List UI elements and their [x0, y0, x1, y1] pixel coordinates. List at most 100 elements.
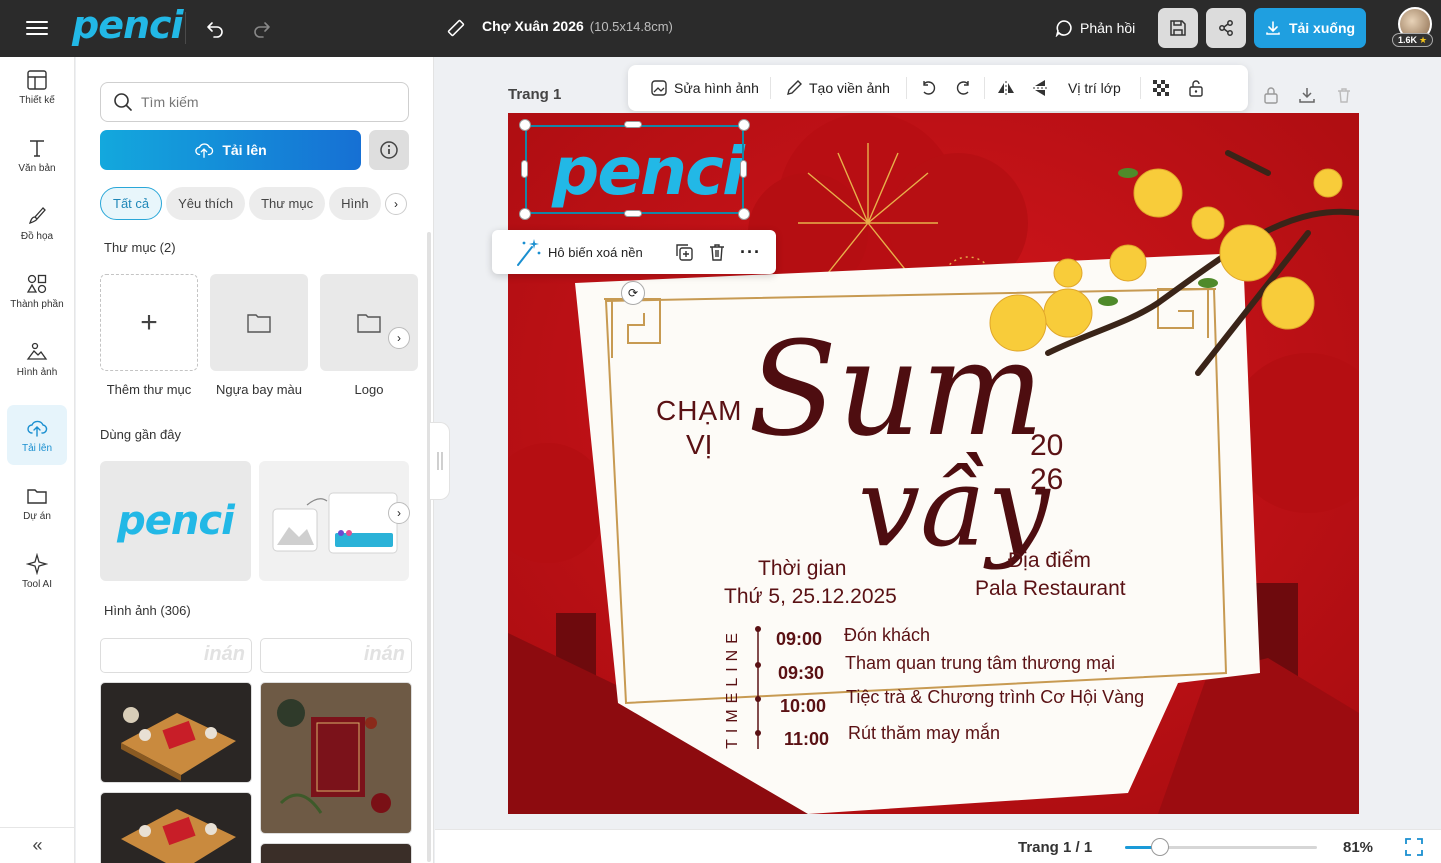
design-canvas[interactable]: penci CHẠM VỊ Sum vầy 20 26 Thời gian Th… [508, 113, 1359, 814]
rail-item-text[interactable]: Văn bản [7, 125, 67, 185]
folder-label: Ngựa bay màu [215, 382, 303, 397]
rail-label: Tải lên [21, 442, 52, 454]
selection-box[interactable] [525, 125, 744, 214]
design-cham-text[interactable]: CHẠM [656, 395, 742, 427]
chip-folders[interactable]: Thư mục [249, 187, 326, 220]
download-label: Tải xuống [1288, 20, 1356, 36]
lock-button[interactable] [1187, 65, 1205, 111]
design-time-title[interactable]: Thời gian [758, 557, 846, 581]
image-thumb[interactable] [100, 792, 252, 863]
design-vi-text[interactable]: VỊ [686, 429, 712, 461]
resize-handle[interactable] [521, 160, 528, 178]
schedule-time[interactable]: 10:00 [780, 696, 826, 717]
schedule-event[interactable]: Tiệc trà & Chương trình Cơ Hội Vàng [846, 687, 1144, 708]
image-thumb[interactable]: inán [100, 638, 252, 673]
rotate-left-button[interactable] [920, 65, 938, 111]
feedback-button[interactable]: Phản hồi [1055, 14, 1135, 42]
schedule-time[interactable]: 09:30 [778, 663, 824, 684]
design-timeline-label[interactable]: TIMELINE [724, 627, 742, 749]
search-box[interactable] [100, 82, 409, 122]
rail-item-upload[interactable]: Tải lên [7, 405, 67, 465]
frame-image-button[interactable]: Tạo viền ảnh [785, 65, 890, 111]
edit-image-button[interactable]: Sửa hình ảnh [650, 65, 759, 111]
download-button[interactable]: Tải xuống [1254, 8, 1366, 48]
resize-handle[interactable] [738, 208, 750, 220]
image-thumb[interactable]: inán [260, 638, 412, 673]
image-thumb[interactable] [260, 843, 412, 863]
resize-handle[interactable] [624, 121, 642, 128]
ruler-icon[interactable] [444, 16, 468, 40]
schedule-event[interactable]: Rút thăm may mắn [848, 723, 1000, 744]
chip-images[interactable]: Hình [329, 187, 381, 220]
image-thumb[interactable] [260, 682, 412, 834]
transparency-button[interactable] [1152, 65, 1170, 111]
chip-favorites[interactable]: Yêu thích [166, 187, 246, 220]
rotate-right-button[interactable] [954, 65, 972, 111]
rotate-handle-icon[interactable]: ⟳ [621, 281, 645, 305]
duplicate-button[interactable] [674, 230, 694, 274]
zoom-slider-thumb[interactable] [1150, 838, 1169, 856]
hamburger-menu-icon[interactable] [26, 17, 48, 39]
flip-horizontal-button[interactable] [996, 65, 1016, 111]
design-year-2[interactable]: 26 [1030, 463, 1063, 497]
resize-handle[interactable] [738, 119, 750, 131]
more-options-icon[interactable]: ··· [740, 230, 761, 274]
design-year-1[interactable]: 20 [1030, 429, 1063, 463]
resize-handle[interactable] [519, 208, 531, 220]
folder-card[interactable] [320, 274, 418, 371]
remove-background-button[interactable]: Hô biến xoá nền [514, 230, 643, 274]
add-folder-button[interactable]: + [100, 274, 198, 371]
rail-item-design[interactable]: Thiết kế [7, 57, 67, 117]
resize-handle[interactable] [519, 119, 531, 131]
page-download-icon[interactable] [1296, 84, 1318, 106]
chevron-right-icon[interactable]: › [385, 193, 407, 215]
rail-item-ai-tool[interactable]: Tool AI [7, 541, 67, 601]
search-input[interactable] [141, 94, 391, 110]
save-icon [1170, 20, 1186, 36]
folder-label: Logo [354, 382, 384, 397]
resize-handle[interactable] [624, 210, 642, 217]
resize-handle[interactable] [740, 160, 747, 178]
zoom-value[interactable]: 81% [1343, 839, 1373, 856]
fullscreen-icon[interactable] [1405, 838, 1423, 856]
rail-item-elements[interactable]: Thành phần [7, 261, 67, 321]
schedule-event[interactable]: Tham quan trung tâm thương mại [845, 653, 1115, 674]
design-time-value[interactable]: Thứ 5, 25.12.2025 [724, 585, 897, 609]
panel-scrollbar[interactable] [427, 232, 431, 862]
filter-chips: Tất cả Yêu thích Thư mục Hình [100, 187, 410, 220]
rail-item-projects[interactable]: Dự án [7, 473, 67, 533]
layer-position-button[interactable]: Vị trí lớp [1068, 65, 1121, 111]
info-button[interactable] [369, 130, 409, 170]
recent-item-image[interactable] [259, 461, 409, 581]
upload-button[interactable]: Tải lên [100, 130, 361, 170]
page-count[interactable]: Trang 1 / 1 [1018, 839, 1092, 856]
schedule-event[interactable]: Đón khách [844, 625, 930, 646]
page-delete-icon[interactable] [1333, 84, 1355, 106]
folder-card[interactable] [210, 274, 308, 371]
design-place-title[interactable]: Địa điểm [1008, 549, 1091, 573]
redo-icon[interactable] [250, 16, 274, 40]
undo-icon[interactable] [203, 16, 227, 40]
image-thumb[interactable] [100, 682, 252, 783]
collapse-panel-button[interactable]: « [0, 827, 75, 863]
rail-item-graphics[interactable]: Đồ họa [7, 193, 67, 253]
share-button[interactable] [1206, 8, 1246, 48]
flip-vertical-button[interactable] [1031, 65, 1049, 111]
text-icon [30, 139, 44, 157]
element-context-menu: Hô biến xoá nền ··· [492, 230, 776, 274]
chevron-right-icon[interactable]: › [388, 502, 410, 524]
panel-resize-handle[interactable] [430, 422, 450, 500]
rail-label: Thiết kế [19, 94, 55, 106]
rail-item-images[interactable]: Hình ảnh [7, 329, 67, 389]
recent-item-logo[interactable]: penci [100, 461, 251, 581]
document-title[interactable]: Chợ Xuân 2026 (10.5x14.8cm) [482, 18, 673, 34]
chip-all[interactable]: Tất cả [100, 187, 163, 220]
page-lock-icon[interactable] [1260, 84, 1282, 106]
schedule-time[interactable]: 11:00 [784, 729, 829, 750]
app-logo[interactable]: penci [72, 3, 184, 47]
schedule-time[interactable]: 09:00 [776, 629, 822, 650]
chevron-right-icon[interactable]: › [388, 327, 410, 349]
design-place-value[interactable]: Pala Restaurant [975, 577, 1126, 601]
save-button[interactable] [1158, 8, 1198, 48]
delete-button[interactable] [707, 230, 727, 274]
